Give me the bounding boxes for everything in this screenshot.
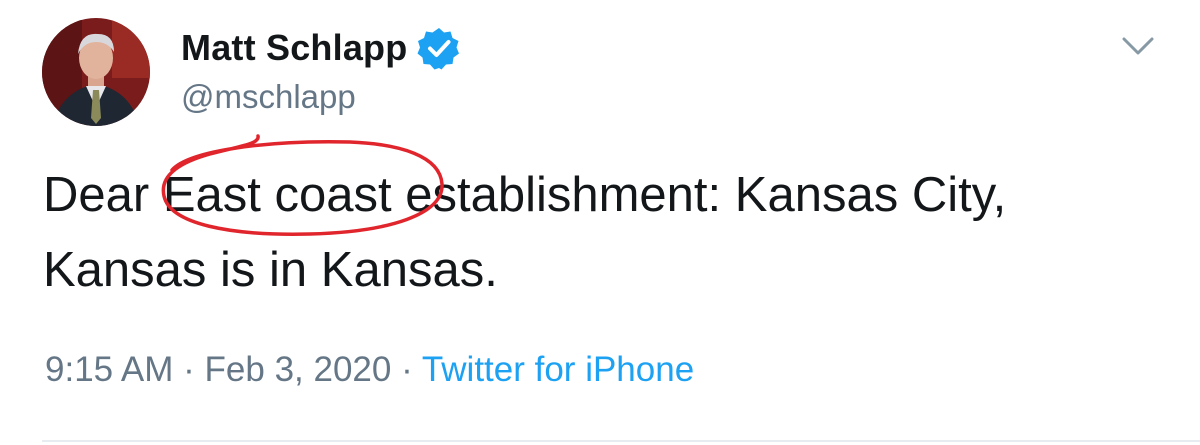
avatar[interactable] bbox=[42, 18, 150, 126]
verified-badge-icon bbox=[417, 28, 460, 70]
tweet-text: Dear East coast establishment: Kansas Ci… bbox=[43, 158, 1163, 308]
user-handle[interactable]: @mschlapp bbox=[181, 78, 356, 116]
tweet-date[interactable]: Feb 3, 2020 bbox=[205, 350, 392, 389]
meta-separator: · bbox=[391, 350, 422, 389]
tweet-source-link[interactable]: Twitter for iPhone bbox=[422, 350, 694, 389]
chevron-down-icon[interactable] bbox=[1118, 26, 1158, 66]
tweet-meta: 9:15 AM · Feb 3, 2020 · Twitter for iPho… bbox=[45, 350, 694, 390]
tweet-text-start: Dear bbox=[43, 168, 163, 222]
meta-separator: · bbox=[173, 350, 205, 389]
tweet-time[interactable]: 9:15 AM bbox=[45, 350, 173, 389]
name-row: Matt Schlapp bbox=[181, 22, 461, 74]
display-name[interactable]: Matt Schlapp bbox=[181, 27, 407, 69]
profile-photo bbox=[42, 18, 150, 126]
tweet-text-circled: East coast bbox=[162, 168, 392, 222]
divider bbox=[42, 440, 1200, 442]
